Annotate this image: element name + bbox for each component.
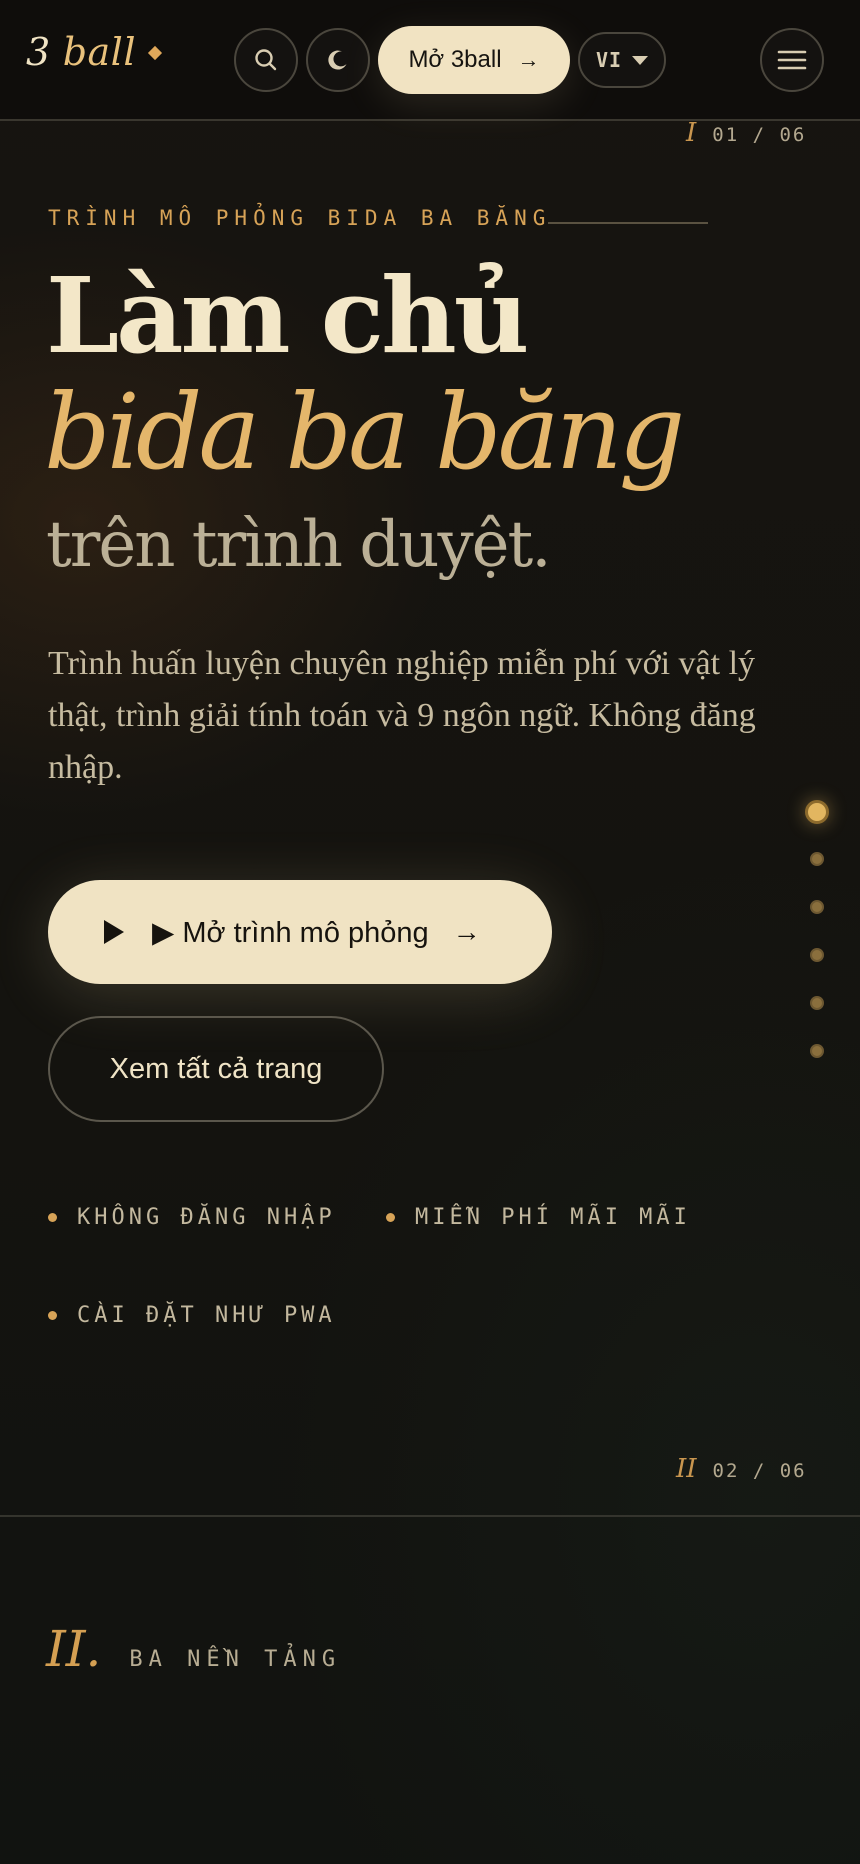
open-simulator-label: ▶ Mở trình mô phỏng: [152, 916, 429, 949]
section-heading: II. BA NỀN TẢNG: [46, 1620, 341, 1678]
logo-number: 3: [26, 30, 51, 74]
search-icon: [255, 49, 277, 71]
headline-line-2: bida ba băng: [44, 371, 685, 493]
feature-item: KHÔNG ĐĂNG NHẬP: [48, 1205, 336, 1230]
section-dot-1[interactable]: [805, 800, 829, 824]
moon-icon: [328, 50, 347, 70]
section-heading-label: BA NỀN TẢNG: [129, 1647, 342, 1672]
feature-label: CÀI ĐẶT NHƯ PWA: [77, 1303, 336, 1328]
section-roman: I: [686, 118, 697, 148]
section-dot-2[interactable]: [810, 852, 824, 866]
section-dot-4[interactable]: [810, 948, 824, 962]
bullet-icon: [48, 1311, 57, 1320]
bullet-icon: [386, 1213, 395, 1222]
open-app-button[interactable]: Mở 3ball →: [378, 26, 570, 94]
logo-word: ball: [62, 30, 136, 74]
feature-item: CÀI ĐẶT NHƯ PWA: [48, 1303, 336, 1328]
arrow-right-icon: →: [517, 47, 540, 72]
headline-line-1: Làm chủ: [46, 254, 529, 377]
top-navigation-bar: 3 ball Mở 3ball → VI: [0, 0, 860, 121]
view-all-pages-label: Xem tất cả trang: [109, 1052, 323, 1085]
section-counter: I 01 / 06: [686, 118, 806, 148]
logo[interactable]: 3 ball: [26, 30, 163, 74]
feature-item: MIỄN PHÍ MÃI MÃI: [386, 1205, 691, 1230]
open-simulator-button[interactable]: ▶ Mở trình mô phỏng →: [48, 880, 552, 984]
bullet-icon: [48, 1213, 57, 1222]
menu-icon: [777, 50, 807, 70]
section-roman: II: [676, 1454, 697, 1484]
section-dot-5[interactable]: [810, 996, 824, 1010]
language-code: VI: [595, 48, 623, 72]
headline-line-3: trên trình duyệt.: [46, 508, 552, 582]
section-divider: [0, 1515, 860, 1517]
section-heading-roman: II.: [46, 1620, 102, 1678]
view-all-pages-button[interactable]: Xem tất cả trang: [48, 1016, 384, 1122]
search-button[interactable]: [234, 28, 298, 92]
section-counter: II 02 / 06: [676, 1454, 807, 1484]
chevron-down-icon: [632, 55, 649, 65]
language-select[interactable]: VI: [578, 32, 666, 88]
diamond-icon: [147, 45, 163, 61]
arrow-right-icon: →: [452, 916, 481, 947]
eyebrow-rule: [548, 222, 708, 224]
section-dot-3[interactable]: [810, 900, 824, 914]
theme-toggle-button[interactable]: [306, 28, 370, 92]
menu-button[interactable]: [760, 28, 824, 92]
section-index: 02 / 06: [712, 1460, 807, 1482]
eyebrow-label: TRÌNH MÔ PHỎNG BIDA BA BĂNG: [48, 206, 552, 230]
play-icon: [104, 920, 124, 944]
lead-paragraph: Trình huấn luyện chuyên nghiệp miễn phí …: [48, 645, 756, 786]
section-index: 01 / 06: [712, 124, 807, 146]
section-dot-6[interactable]: [810, 1044, 824, 1058]
feature-label: KHÔNG ĐĂNG NHẬP: [77, 1205, 336, 1230]
open-app-label: Mở 3ball: [408, 46, 502, 73]
feature-label: MIỄN PHÍ MÃI MÃI: [415, 1205, 691, 1230]
